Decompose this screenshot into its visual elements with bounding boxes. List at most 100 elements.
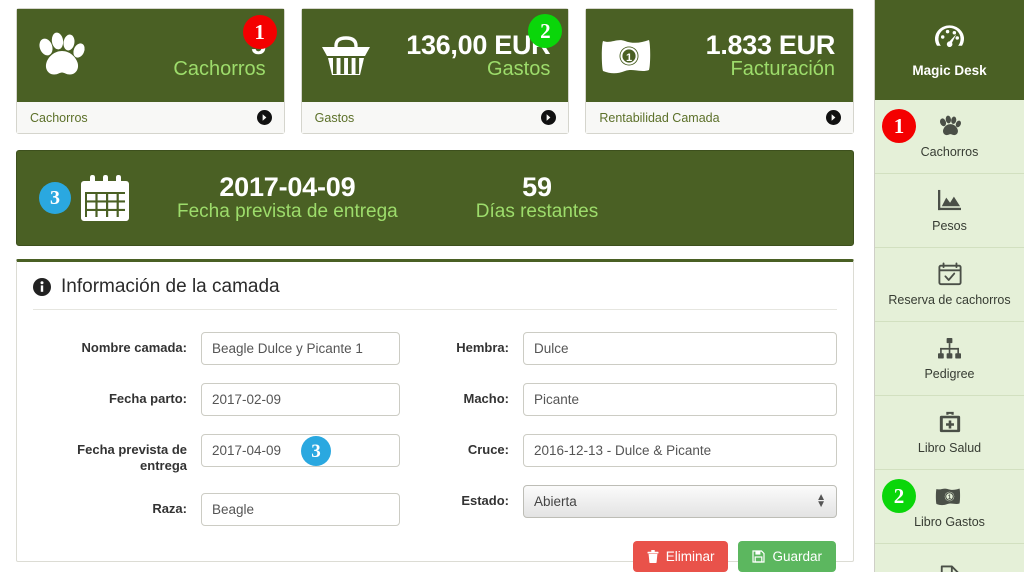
sidebar-item-reserva-de-cachorros[interactable]: Reserva de cachorros xyxy=(875,248,1024,322)
main-content: 1 5 Cachorros xyxy=(0,0,864,572)
panel-title: Información de la camada xyxy=(61,276,280,297)
sidebar-item-libro-gastos[interactable]: 2 1 Libro Gastos xyxy=(875,470,1024,544)
sidebar-header-magic-desk[interactable]: Magic Desk xyxy=(875,0,1024,100)
raza-input[interactable]: Beagle xyxy=(201,492,400,526)
sidebar-item-label: Reserva de cachorros xyxy=(888,293,1011,308)
app-page: 1 5 Cachorros xyxy=(0,0,1024,572)
banner-date-value: 2017-04-09 xyxy=(219,171,356,202)
estado-select[interactable]: Abierta ▲ ▼ xyxy=(523,485,837,518)
chevron-updown-icon: ▲ ▼ xyxy=(816,492,826,510)
right-sidebar: Magic Desk 1 Cachorros Pesos Reserva de … xyxy=(874,0,1024,572)
field-estado: Estado: Abierta ▲ ▼ xyxy=(447,485,837,518)
kpi-value: 5 xyxy=(95,30,266,59)
kpi-card-cachorros[interactable]: 1 5 Cachorros xyxy=(16,8,285,134)
sidebar-item-libro-salud[interactable]: Libro Salud xyxy=(875,396,1024,470)
sidebar-item-label: Pesos xyxy=(932,219,967,234)
field-control: 2016-12-13 - Dulce & Picante xyxy=(523,434,837,467)
nombre-camada-input[interactable]: Beagle Dulce y Picante 1 xyxy=(201,332,400,365)
form-actions: Eliminar Guardar xyxy=(447,536,837,572)
kpi-label: Cachorros xyxy=(173,58,266,81)
field-fecha-prevista-entrega: Fecha prevista de entrega 2017-04-09 3 xyxy=(33,434,421,475)
litter-info-panel: Información de la camada Nombre camada: … xyxy=(16,259,854,572)
sidebar-item-label: Pedigree xyxy=(924,367,975,382)
sidebar-item-pedigree[interactable]: Pedigree xyxy=(875,322,1024,396)
kpi-label: Gastos xyxy=(486,58,551,81)
annotation-badge-3-field: 3 xyxy=(301,436,331,466)
field-label: Nombre camada: xyxy=(81,340,187,355)
kpi-footer-label: Gastos xyxy=(314,110,355,125)
field-control: 2017-02-09 xyxy=(201,383,421,416)
sidebar-item-label: Cachorros xyxy=(920,145,979,160)
kpi-value: 136,00 EUR xyxy=(406,29,551,60)
kpi-card-footer-link[interactable]: Gastos xyxy=(301,102,569,133)
field-macho: Macho: Picante xyxy=(447,383,837,416)
delete-button[interactable]: Eliminar xyxy=(632,541,729,572)
banner-date-label: Fecha prevista de entrega xyxy=(177,201,398,223)
sidebar-item-cachorros[interactable]: 1 Cachorros xyxy=(875,100,1024,174)
annotation-badge-1-sidebar: 1 xyxy=(882,109,916,143)
field-fecha-parto: Fecha parto: 2017-02-09 xyxy=(33,383,421,416)
sidebar-item-label: Libro Gastos xyxy=(914,515,985,530)
chart-mountain-icon xyxy=(937,187,962,213)
field-label: Cruce: xyxy=(467,442,509,457)
field-control: 2017-04-09 3 xyxy=(201,434,421,467)
field-label: Raza: xyxy=(152,500,187,516)
field-raza: Raza: Beagle xyxy=(33,492,421,526)
delivery-date-banner: 3 2017-04-09 Fecha prevista de entrega 5… xyxy=(16,150,854,246)
field-control: Beagle xyxy=(201,492,421,526)
save-button[interactable]: Guardar xyxy=(738,541,836,572)
sidebar-item-pesos[interactable]: Pesos xyxy=(875,174,1024,248)
banner-days-value: 59 xyxy=(522,171,552,202)
annotation-badge-3: 3 xyxy=(39,182,71,214)
calendar-icon xyxy=(79,172,131,224)
save-button-label: Guardar xyxy=(772,549,822,564)
delete-button-label: Eliminar xyxy=(665,549,715,564)
hembra-input[interactable]: Dulce xyxy=(523,332,837,365)
kpi-card-text: 1.833 EUR Facturación xyxy=(664,29,839,81)
paw-icon xyxy=(27,26,95,86)
kpi-value: 1.833 EUR xyxy=(705,29,836,60)
field-label: Estado: xyxy=(461,493,509,508)
kpi-card-footer-link[interactable]: Rentabilidad Camada xyxy=(586,102,854,133)
basket-icon xyxy=(312,26,380,86)
dashboard-gauge-icon xyxy=(934,23,965,54)
field-nombre-camada: Nombre camada: Beagle Dulce y Picante 1 xyxy=(33,332,421,365)
floppy-disk-icon xyxy=(752,550,766,563)
kpi-card-facturacion[interactable]: 1 1.833 EUR Facturación Rentabilidad Cam… xyxy=(585,8,855,134)
kpi-footer-label: Rentabilidad Camada xyxy=(599,110,720,125)
field-control: Abierta ▲ ▼ xyxy=(523,485,837,518)
svg-text:1: 1 xyxy=(626,52,632,64)
estado-select-value: Abierta xyxy=(534,494,577,509)
field-control: Picante xyxy=(523,383,837,416)
panel-header: Información de la camada xyxy=(33,276,837,310)
banner-days-remaining-block: 59 Días restantes xyxy=(475,171,599,224)
kpi-card-text: 136,00 EUR Gastos xyxy=(380,29,555,81)
sidebar-item-documento[interactable] xyxy=(875,544,1024,572)
field-hembra: Hembra: Dulce xyxy=(447,332,837,365)
sitemap-icon xyxy=(937,335,962,361)
kpi-card-body: 5 Cachorros xyxy=(17,9,284,102)
field-control: Dulce xyxy=(523,332,837,365)
cruce-input[interactable]: 2016-12-13 - Dulce & Picante xyxy=(523,434,837,467)
kpi-card-gastos[interactable]: 2 136,00 EUR Gastos Gastos xyxy=(300,8,570,134)
banknote-icon: 1 xyxy=(596,26,664,86)
annotation-badge-3-wrapper: 3 xyxy=(39,182,71,214)
field-control: Beagle Dulce y Picante 1 xyxy=(201,332,421,365)
kpi-card-body: 1 1.833 EUR Facturación xyxy=(586,9,854,102)
banner-days-label: Días restantes xyxy=(475,201,599,223)
kpi-card-footer-link[interactable]: Cachorros xyxy=(17,102,284,133)
field-label: Hembra: xyxy=(456,340,509,355)
form-column-right: Hembra: Dulce Macho: Picante Cruce: 2016… xyxy=(435,332,837,572)
paw-icon xyxy=(937,113,963,139)
medical-kit-icon xyxy=(938,409,962,435)
sidebar-item-label: Libro Salud xyxy=(917,441,982,456)
calendar-check-icon xyxy=(937,261,962,287)
kpi-label: Facturación xyxy=(730,58,836,81)
sidebar-header-label: Magic Desk xyxy=(912,62,987,78)
kpi-card-row: 1 5 Cachorros xyxy=(16,8,855,134)
field-cruce: Cruce: 2016-12-13 - Dulce & Picante xyxy=(447,434,837,467)
fecha-parto-input[interactable]: 2017-02-09 xyxy=(201,383,400,416)
document-icon xyxy=(939,564,961,572)
macho-input[interactable]: Picante xyxy=(523,383,837,416)
banknote-icon: 1 xyxy=(935,483,965,509)
